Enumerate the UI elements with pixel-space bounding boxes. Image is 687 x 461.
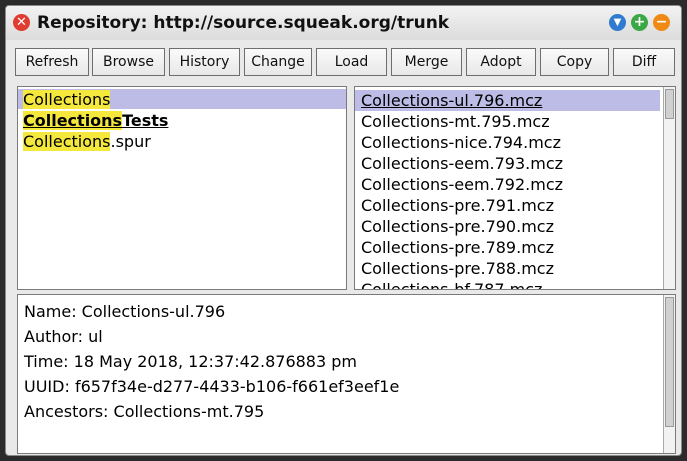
info-name: Name: Collections-ul.796 xyxy=(24,302,226,321)
package-list[interactable]: Collections CollectionsTests Collections… xyxy=(17,86,347,290)
change-button[interactable]: Change xyxy=(244,48,312,76)
title-bar[interactable]: ✕ Repository: http://source.squeak.org/t… xyxy=(6,6,681,40)
version-item[interactable]: Collections-eem.792.mcz xyxy=(355,174,660,195)
package-suffix: Tests xyxy=(122,111,169,130)
info-time: Time: 18 May 2018, 12:37:42.876883 pm xyxy=(24,352,357,371)
info-uuid: UUID: f657f34e-d277-4433-b106-f661ef3eef… xyxy=(24,377,400,396)
toolbar: Refresh Browse History Change Load Merge… xyxy=(15,48,675,76)
version-scroll-thumb[interactable] xyxy=(665,89,674,119)
window-title: Repository: http://source.squeak.org/tru… xyxy=(37,13,450,33)
adopt-button[interactable]: Adopt xyxy=(466,48,536,76)
version-item[interactable]: Collections-eem.793.mcz xyxy=(355,153,660,174)
repository-window: ✕ Repository: http://source.squeak.org/t… xyxy=(5,5,682,456)
info-author: Author: ul xyxy=(24,327,103,346)
expand-icon[interactable]: + xyxy=(631,14,648,31)
version-item[interactable]: Collections-pre.790.mcz xyxy=(355,216,660,237)
version-item[interactable]: Collections-pre.788.mcz xyxy=(355,258,660,279)
version-item[interactable]: Collections-mt.795.mcz xyxy=(355,111,660,132)
copy-button[interactable]: Copy xyxy=(540,48,609,76)
collapse-icon[interactable]: − xyxy=(653,14,670,31)
version-item[interactable]: Collections-ul.796.mcz xyxy=(355,90,660,111)
merge-button[interactable]: Merge xyxy=(391,48,462,76)
version-item[interactable]: Collections-pre.791.mcz xyxy=(355,195,660,216)
info-scrollbar[interactable] xyxy=(663,295,675,453)
package-match: Collections xyxy=(23,132,111,151)
version-item[interactable]: Collections-pre.789.mcz xyxy=(355,237,660,258)
version-item[interactable]: Collections-nice.794.mcz xyxy=(355,132,660,153)
package-item-collections-tests[interactable]: CollectionsTests xyxy=(23,110,168,131)
version-item[interactable]: Collections-bf.787.mcz xyxy=(355,279,660,289)
refresh-button[interactable]: Refresh xyxy=(15,48,89,76)
close-icon[interactable]: ✕ xyxy=(13,14,30,31)
package-item-collections[interactable]: Collections xyxy=(23,89,111,110)
version-list[interactable]: Collections-ul.796.mcz Collections-mt.79… xyxy=(354,86,676,290)
info-ancestors: Ancestors: Collections-mt.795 xyxy=(24,402,265,421)
history-button[interactable]: History xyxy=(169,48,240,76)
version-info-pane[interactable]: Name: Collections-ul.796 Author: ul Time… xyxy=(17,294,676,454)
package-item-collections-spur[interactable]: Collections.spur xyxy=(23,131,151,152)
load-button[interactable]: Load xyxy=(316,48,387,76)
package-match: Collections xyxy=(23,111,123,130)
diff-button[interactable]: Diff xyxy=(613,48,675,76)
version-scrollbar[interactable] xyxy=(663,87,675,289)
info-scroll-thumb[interactable] xyxy=(665,297,674,427)
browse-button[interactable]: Browse xyxy=(92,48,165,76)
window-menu-icon[interactable]: ▼ xyxy=(609,14,626,31)
package-suffix: .spur xyxy=(110,132,151,151)
package-match: Collections xyxy=(23,90,111,109)
